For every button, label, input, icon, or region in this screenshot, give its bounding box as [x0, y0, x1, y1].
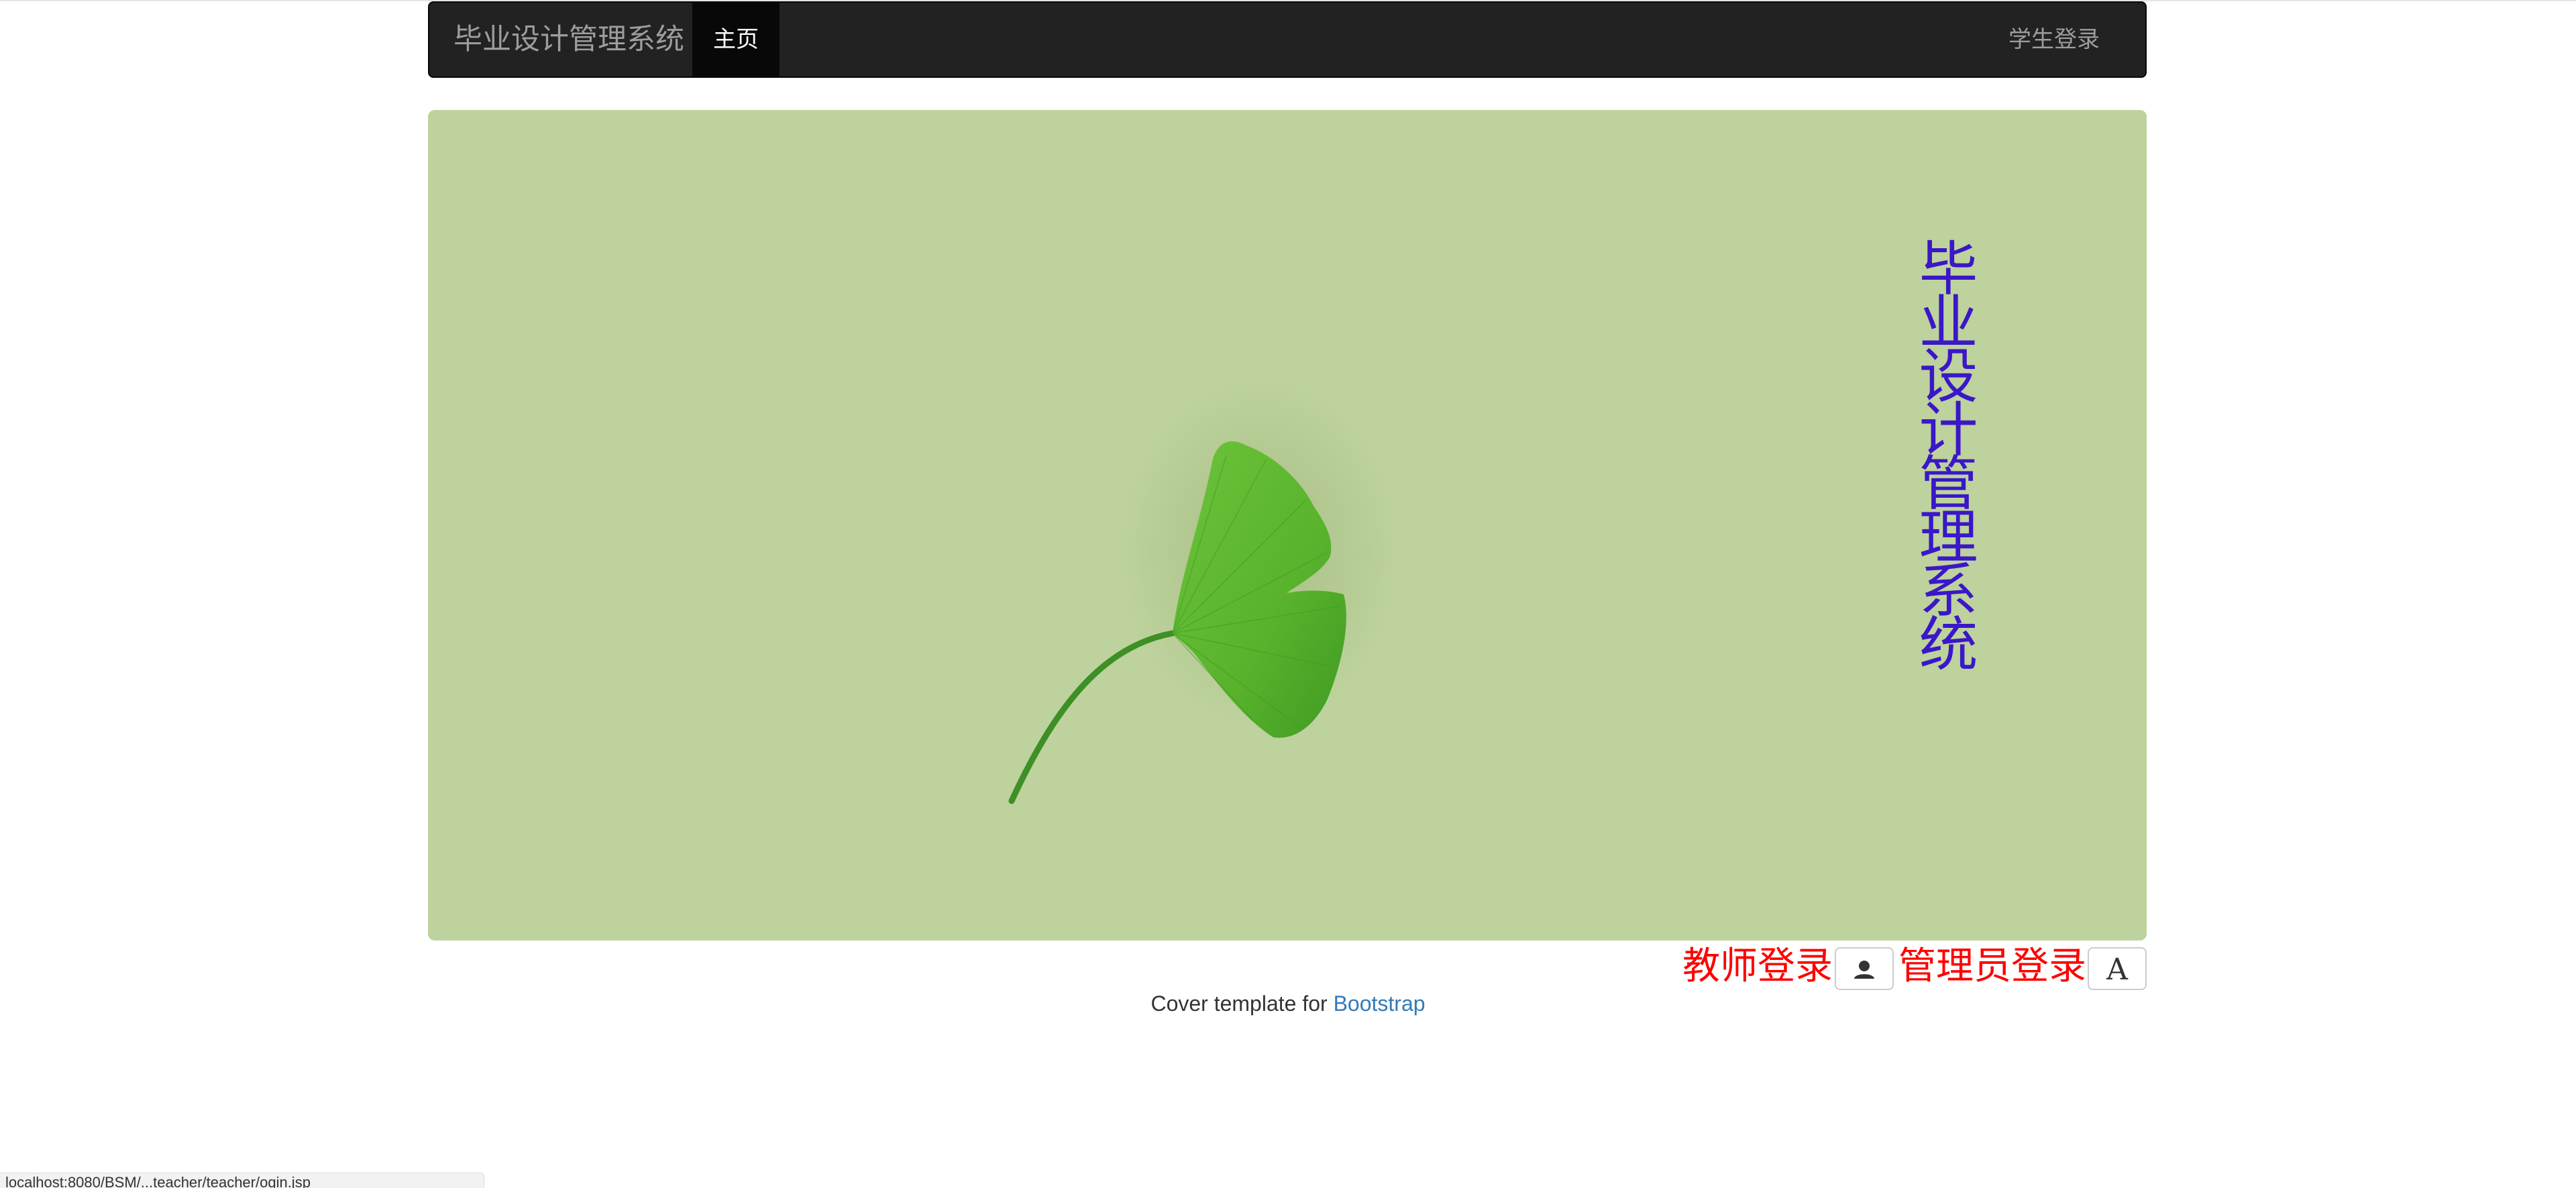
footer-text-prefix: Cover template for	[1150, 991, 1334, 1016]
hero-vertical-title: 毕业设计管理系统	[1909, 237, 1978, 667]
admin-login-label[interactable]: 管理员登录	[1898, 942, 2086, 990]
teacher-login-button[interactable]	[1835, 947, 1894, 990]
svg-text:A: A	[2106, 953, 2129, 987]
status-bar-url: localhost:8080/BSM/...teacher/teacher/og…	[0, 1173, 484, 1188]
teacher-login-label[interactable]: 教师登录	[1682, 942, 1833, 990]
navbar-brand[interactable]: 毕业设计管理系统	[453, 3, 684, 76]
navbar: 毕业设计管理系统 主页 学生登录	[428, 1, 2147, 78]
login-actions: 教师登录 管理员登录 A	[428, 942, 2147, 995]
ginkgo-leaf-image	[1008, 378, 1394, 804]
hero-banner: 毕业设计管理系统	[428, 110, 2147, 940]
user-icon	[1854, 961, 1874, 979]
nav-student-login-link[interactable]: 学生登录	[2008, 3, 2100, 76]
footer-credit: Cover template for Bootstrap	[0, 991, 2576, 1016]
nav-home-link[interactable]: 主页	[692, 3, 780, 76]
admin-login-button[interactable]: A	[2088, 947, 2147, 990]
bootstrap-link[interactable]: Bootstrap	[1334, 991, 1426, 1016]
letter-a-icon: A	[2106, 953, 2129, 987]
